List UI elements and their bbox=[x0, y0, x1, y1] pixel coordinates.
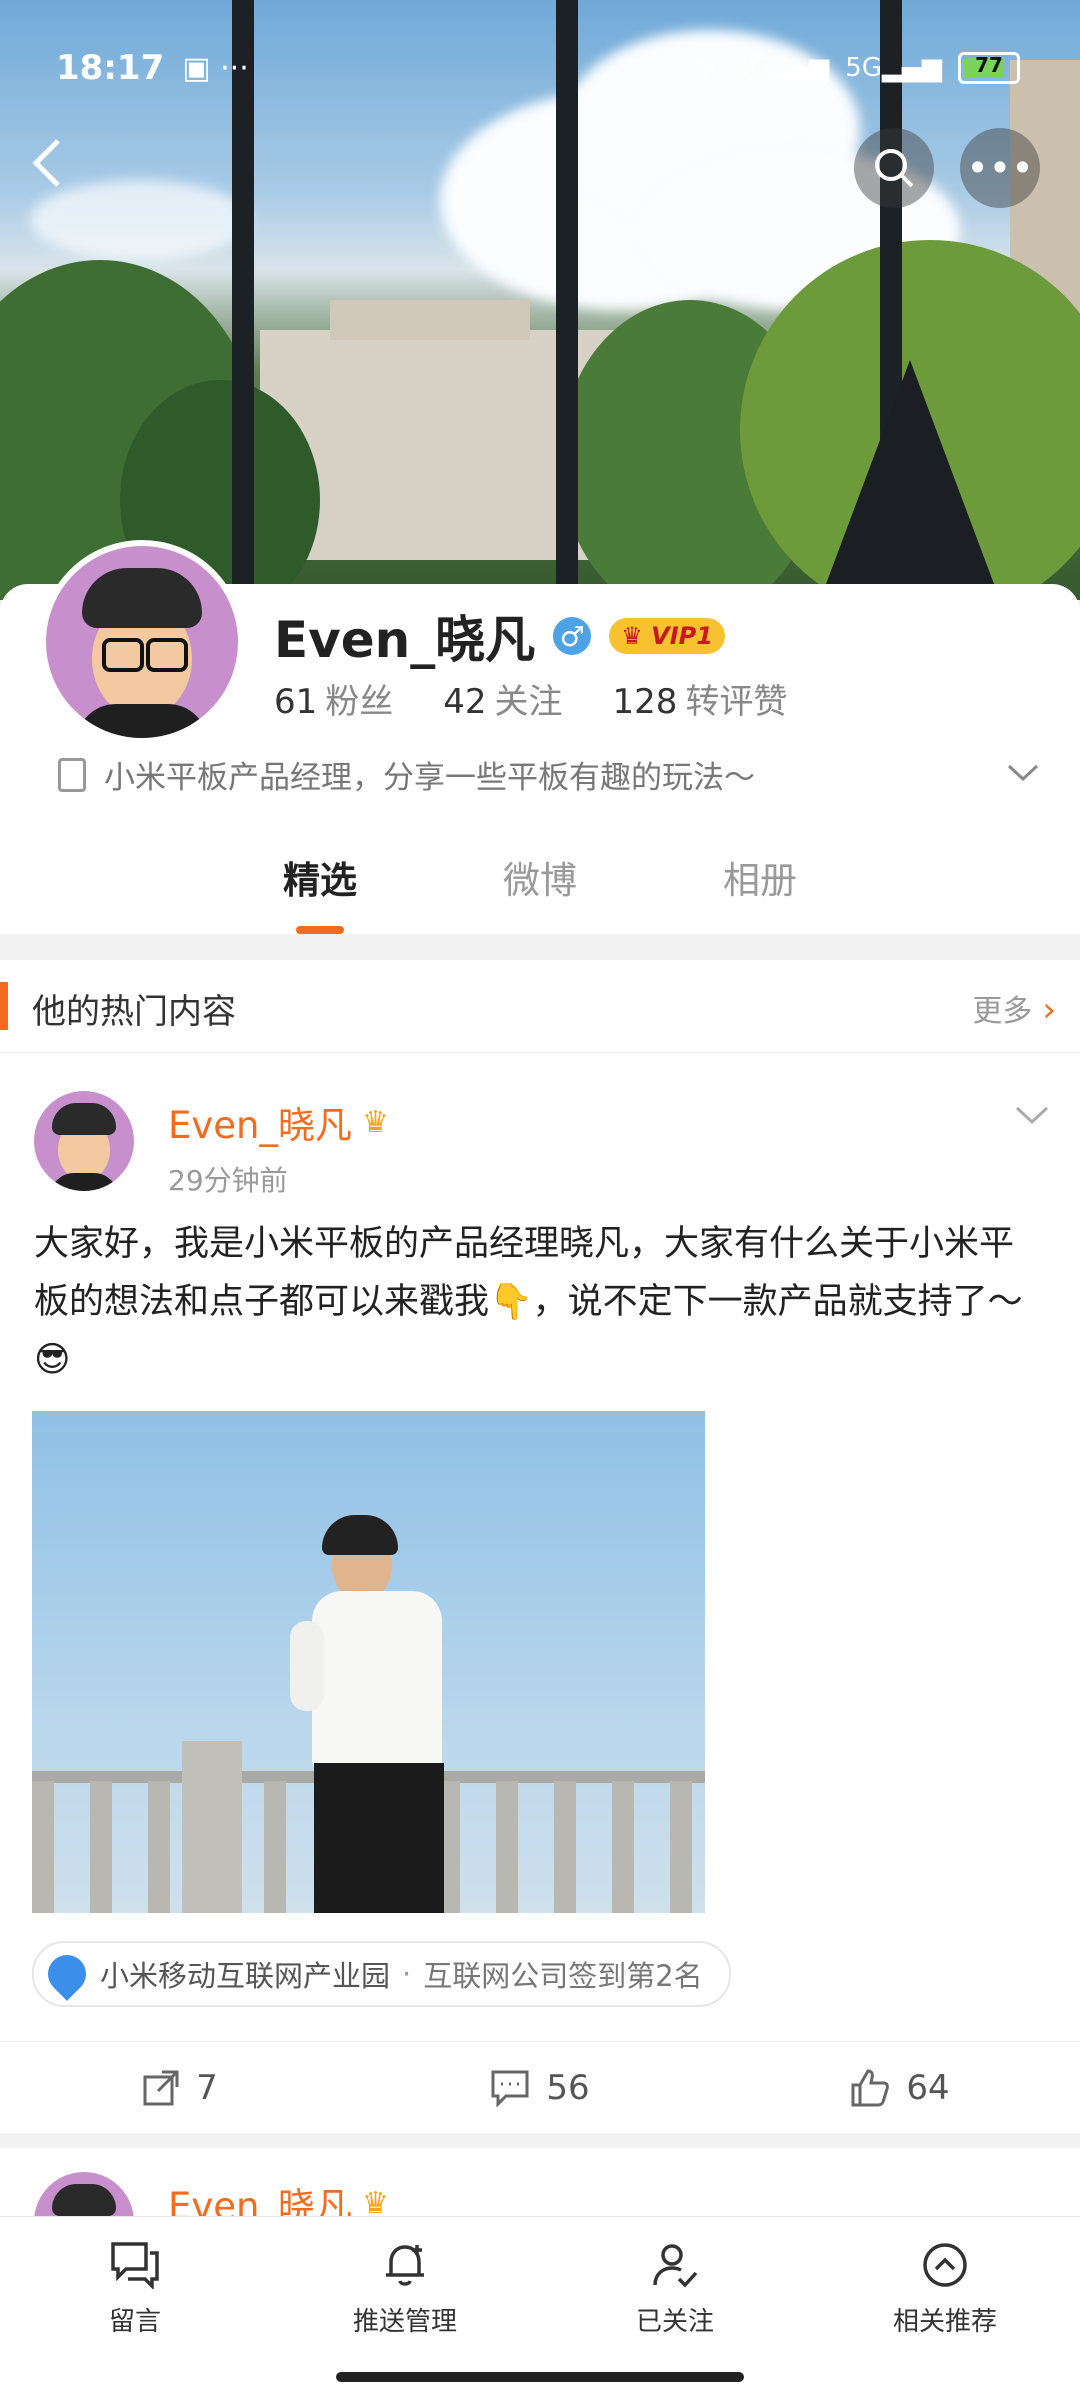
expand-bio-button[interactable] bbox=[1006, 752, 1040, 792]
tab-album[interactable]: 相册 bbox=[650, 850, 870, 904]
vip-badge[interactable]: ♛ VIP1 bbox=[609, 618, 725, 654]
nav-recommend[interactable]: 相关推荐 bbox=[810, 2217, 1080, 2401]
chevron-down-icon bbox=[1007, 764, 1039, 782]
share-icon bbox=[143, 2070, 179, 2106]
hot-content-header: 他的热门内容 更多 › bbox=[0, 960, 1080, 1053]
battery-icon: 77 bbox=[958, 52, 1020, 84]
nav-message[interactable]: 留言 bbox=[0, 2217, 270, 2401]
signal-1: 5G▂▄▆ bbox=[732, 53, 830, 83]
arrow-up-circle-icon bbox=[923, 2243, 967, 2287]
profile-name: Even_晓凡 bbox=[274, 611, 536, 669]
post-card[interactable]: Even_晓凡 ♛ 29分钟前 大家好，我是小米平板的产品经理晓凡，大家有什么关于… bbox=[0, 1053, 1080, 2133]
search-button[interactable] bbox=[854, 128, 934, 208]
stat-following[interactable]: 42 关注 bbox=[443, 674, 562, 723]
post-image[interactable] bbox=[32, 1411, 705, 1913]
location-tag[interactable]: 小米移动互联网产业园 · 互联网公司签到第2名 bbox=[32, 1941, 731, 2007]
tab-featured[interactable]: 精选 bbox=[210, 850, 430, 934]
stat-followers[interactable]: 61 粉丝 bbox=[274, 674, 393, 723]
comment-icon bbox=[491, 2070, 529, 2107]
bluetooth-icon: ✱ bbox=[694, 53, 717, 83]
section-accent-bar bbox=[0, 982, 8, 1030]
chevron-right-icon: › bbox=[1042, 990, 1056, 1030]
post-author[interactable]: Even_晓凡 ♛ bbox=[168, 1095, 389, 1149]
post-menu-button[interactable] bbox=[1014, 1097, 1050, 1135]
thumbs-up-icon bbox=[851, 2069, 890, 2107]
back-button[interactable] bbox=[28, 135, 78, 195]
male-icon: ♂ bbox=[553, 617, 592, 655]
crown-icon: ♛ bbox=[362, 1104, 389, 1140]
tab-weibo[interactable]: 微博 bbox=[430, 850, 650, 904]
bell-icon bbox=[386, 2245, 424, 2286]
location-subtitle: 互联网公司签到第2名 bbox=[423, 1959, 703, 1993]
avatar[interactable] bbox=[40, 540, 244, 744]
repost-button[interactable]: 7 bbox=[0, 2068, 360, 2108]
post-time: 29分钟前 bbox=[168, 1164, 288, 1197]
like-button[interactable]: 64 bbox=[720, 2068, 1080, 2108]
signal-2: 5G▂▄▆ bbox=[845, 53, 942, 83]
comment-button[interactable]: 56 bbox=[360, 2068, 720, 2108]
more-button[interactable]: ••• bbox=[960, 128, 1040, 208]
bio-text: 小米平板产品经理，分享一些平板有趣的玩法～ bbox=[104, 760, 755, 796]
notification-icon: ▣ ··· bbox=[182, 50, 249, 86]
location-pin-icon bbox=[40, 1947, 94, 2001]
more-link[interactable]: 更多 › bbox=[972, 986, 1056, 1030]
more-dots-icon: ••• bbox=[966, 146, 1034, 190]
chevron-left-icon bbox=[32, 139, 60, 187]
post-text: 大家好，我是小米平板的产品经理晓凡，大家有什么关于小米平板的想法和点子都可以来戳… bbox=[34, 1224, 1023, 1380]
post-avatar[interactable] bbox=[34, 1091, 134, 1191]
search-icon bbox=[875, 149, 914, 188]
user-check-icon bbox=[653, 2244, 698, 2288]
stat-engagement[interactable]: 128 转评赞 bbox=[613, 674, 788, 723]
profile-tabs: 精选 微博 相册 bbox=[0, 850, 1080, 934]
status-bar: 18:17 ▣ ··· ✱ 5G▂▄▆ 5G▂▄▆ 77 bbox=[56, 38, 1020, 98]
status-time: 18:17 bbox=[56, 48, 165, 88]
document-icon bbox=[58, 757, 86, 792]
hot-content-title: 他的热门内容 bbox=[32, 992, 236, 1032]
chevron-down-icon bbox=[1015, 1106, 1049, 1125]
message-icon bbox=[111, 2242, 159, 2289]
bio: 小米平板产品经理，分享一些平板有趣的玩法～ bbox=[58, 752, 755, 797]
profile-stats: 61 粉丝 42 关注 128 转评赞 bbox=[274, 674, 787, 723]
home-indicator[interactable] bbox=[336, 2372, 744, 2382]
profile-name-row: Even_晓凡 ♂ ♛ VIP1 bbox=[274, 600, 725, 672]
post-actions: 7 56 64 bbox=[0, 2041, 1080, 2134]
location-name: 小米移动互联网产业园 bbox=[100, 1959, 391, 1993]
